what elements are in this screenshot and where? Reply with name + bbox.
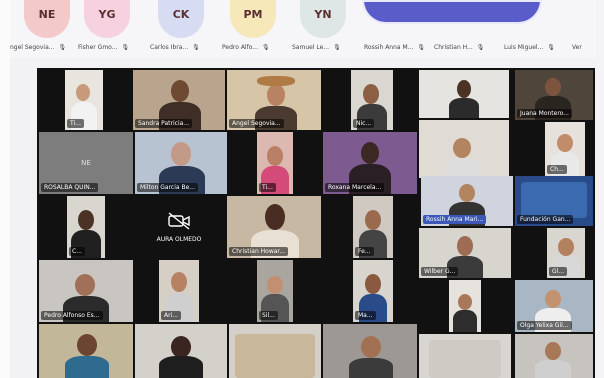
participant-avatar[interactable]: YG [84, 0, 130, 38]
video-tile[interactable]: Roxana Marcela... [323, 132, 417, 194]
participant-name-label: ROSALBA QUIN... [41, 183, 99, 192]
participant-name: Samuel Le... 🎙 [292, 44, 341, 51]
video-tile[interactable]: C... [67, 196, 105, 258]
video-tile[interactable]: Christian Howar... [227, 196, 321, 258]
mic-icon: 🎙 [262, 44, 270, 51]
mic-icon: 🎙 [547, 44, 555, 51]
participant-avatar[interactable]: YN [300, 0, 346, 38]
avatar-initials: NE [81, 159, 91, 167]
participant-avatar[interactable]: CK [158, 0, 204, 38]
video-tile[interactable] [419, 120, 509, 178]
participant-name-label: Ti... [67, 119, 84, 128]
video-tile[interactable] [449, 280, 481, 332]
participant-name-label: Sandra Patricia... [135, 119, 193, 128]
mic-icon: 🎙 [121, 44, 130, 51]
video-tile[interactable]: Gl... [547, 228, 585, 278]
mic-icon: 🎙 [192, 44, 200, 51]
participant-name: ngel Segovia... 🎙 [10, 44, 67, 51]
video-tile[interactable]: Ti... [65, 70, 103, 130]
participant-name-label: Ma... [355, 311, 376, 320]
participant-name-label: Fe... [355, 247, 374, 256]
mic-icon: 🎙 [417, 44, 426, 51]
avatar-initials: YN [314, 8, 332, 21]
window-left-edge [0, 0, 10, 378]
participant-name-label: Rossih Anna Mari... [423, 215, 487, 224]
video-tile[interactable]: NE ROSALBA QUIN... [39, 132, 133, 194]
video-tile[interactable]: Fe... [353, 196, 393, 258]
video-tile[interactable] [419, 334, 511, 378]
participant-avatar-selected[interactable] [362, 0, 542, 24]
participant-name: Pedro Alfo... 🎙 [222, 44, 270, 51]
video-tile[interactable]: Sandra Patricia... [133, 70, 225, 130]
participant-name: Fisher Gmo... 🎙 [78, 44, 130, 51]
participant-name: Ver [572, 44, 582, 51]
mic-icon: 🎙 [333, 44, 341, 51]
avatar-initials: CK [172, 8, 190, 21]
participant-name-label: Christian Howar... [229, 247, 289, 256]
video-tile[interactable]: Nic... [351, 70, 393, 130]
camera-off-icon [168, 211, 190, 230]
mic-icon: 🎙 [476, 44, 485, 51]
participant-name: Luis Miguel... 🎙 [504, 44, 555, 51]
participant-name-label: Milton Garcia Be... [137, 183, 198, 192]
participant-name-label: Olga Yelixa Gil... [517, 321, 572, 330]
avatar-initials: PM [243, 8, 263, 21]
participant-name-label: C... [69, 247, 85, 256]
video-tile[interactable] [229, 324, 321, 378]
participant-avatar[interactable]: PM [230, 0, 276, 38]
video-tile[interactable]: Ch... [545, 122, 585, 176]
video-tile[interactable]: Ti... [257, 132, 293, 194]
mic-icon: 🎙 [58, 44, 67, 51]
video-tile[interactable] [135, 324, 227, 378]
participant-name-label: Ch... [547, 165, 567, 174]
avatar-initials: YG [98, 8, 116, 21]
participant-name: Carlos Ibra... 🎙 [150, 44, 200, 51]
avatar-initials: NE [38, 8, 56, 21]
participant-name-label: Gl... [549, 267, 568, 276]
video-tile[interactable] [323, 324, 417, 378]
participant-name-label: Angel Segovia... [229, 119, 284, 128]
video-tile[interactable]: Wilber G... [419, 228, 511, 278]
video-tile[interactable]: Fundación Gan... [515, 176, 593, 226]
participant-name-label: Roxana Marcela... [325, 183, 385, 192]
video-tile[interactable]: AURA OLMEDO [133, 196, 225, 258]
participant-name-label: Pedro Alfonso Es... [41, 311, 103, 320]
participant-name: Christian H... 🎙 [434, 44, 485, 51]
video-tile[interactable]: Juana Montero... [515, 70, 593, 120]
video-tile[interactable] [419, 70, 509, 118]
video-tile[interactable]: Milton Garcia Be... [135, 132, 227, 194]
video-tile[interactable]: Ma... [353, 260, 393, 322]
participant-name-label: Ari... [161, 311, 181, 320]
video-tile[interactable]: Rossih Anna Mari... [421, 176, 513, 226]
participant-name-label: AURA OLMEDO [156, 235, 202, 243]
participant-name-label: Ti... [259, 183, 276, 192]
video-tile[interactable]: Pedro Alfonso Es... [39, 260, 133, 322]
video-tile[interactable]: Ari... [159, 260, 199, 322]
window-right-edge [596, 0, 604, 378]
participant-name-label: Fundación Gan... [517, 215, 574, 224]
video-tile[interactable]: Sil... [257, 260, 293, 322]
participant-avatar[interactable]: NE [24, 0, 70, 38]
video-tile[interactable] [515, 334, 593, 378]
video-tile[interactable] [39, 324, 133, 378]
participants-strip: NE YG CK PM YN ngel Segovia... 🎙 Fisher G… [10, 0, 596, 58]
participant-name-label: Nic... [353, 119, 375, 128]
participant-name: Rossih Anna M... 🎙 [364, 44, 426, 51]
participant-name-label: Sil... [259, 311, 278, 320]
video-tile[interactable]: Angel Segovia... [227, 70, 321, 130]
participant-name-label: Juana Montero... [517, 109, 572, 118]
participant-name-label: Wilber G... [421, 267, 459, 276]
video-tile[interactable]: Olga Yelixa Gil... [515, 280, 593, 332]
video-grid: Ti... Sandra Patricia... Angel Segovia..… [37, 68, 595, 378]
